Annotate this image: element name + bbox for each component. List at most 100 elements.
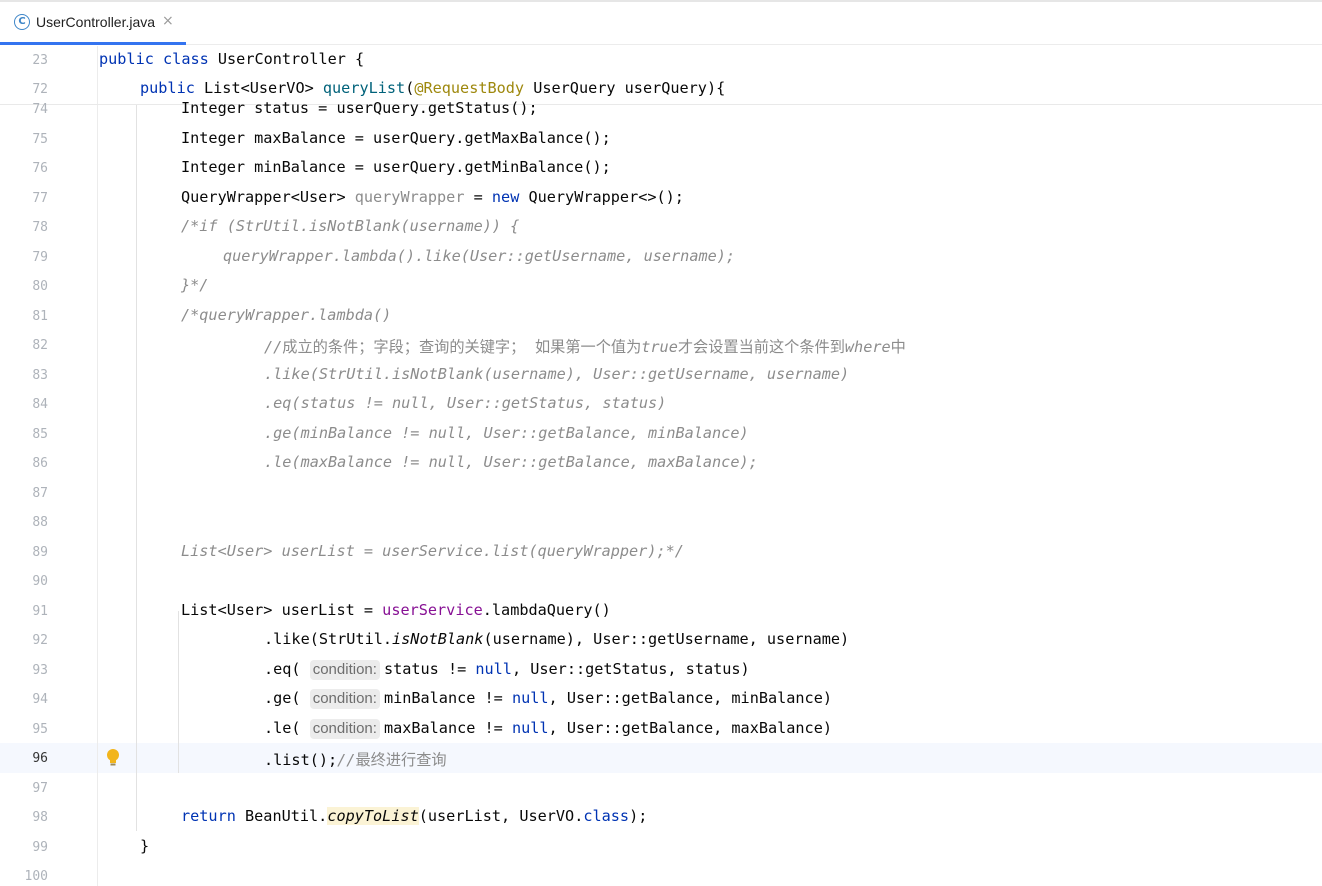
code-line[interactable]: 91 List<User> userList = userService.lamb… bbox=[0, 597, 1322, 626]
line-number: 75 bbox=[32, 132, 48, 147]
code-token: .ge( bbox=[264, 689, 310, 707]
code-token: .eq( bbox=[264, 660, 310, 678]
code-line[interactable]: 74 Integer status = userQuery.getStatus()… bbox=[0, 95, 1322, 124]
code-token: class bbox=[163, 50, 209, 68]
code-token: // bbox=[337, 751, 356, 769]
lightbulb-icon[interactable] bbox=[106, 748, 120, 768]
line-number: 84 bbox=[32, 397, 48, 412]
code-line[interactable]: 95 .le( condition: maxBalance != null, Use… bbox=[0, 715, 1322, 744]
code-token: (userList, UserVO. bbox=[418, 807, 584, 825]
code-text: } bbox=[140, 837, 149, 855]
code-text: Integer minBalance = userQuery.getMinBal… bbox=[181, 158, 611, 176]
code-line[interactable]: 93 .eq( condition: status != null, User::g… bbox=[0, 656, 1322, 685]
close-icon[interactable]: × bbox=[162, 13, 174, 29]
code-token: 才会设置当前这个条件到 bbox=[677, 338, 845, 356]
code-line[interactable]: 79 queryWrapper.lambda().like(User::getUs… bbox=[0, 243, 1322, 272]
code-line[interactable]: 88 bbox=[0, 508, 1322, 537]
code-line[interactable]: 87 bbox=[0, 479, 1322, 508]
code-token: userService bbox=[382, 601, 483, 619]
line-number: 95 bbox=[32, 722, 48, 737]
code-line[interactable]: 80}*/ bbox=[0, 272, 1322, 301]
line-number: 93 bbox=[32, 663, 48, 678]
code-line[interactable]: 82 //成立的条件；字段；查询的关键字； 如果第一个值为true才会设置当前这个… bbox=[0, 331, 1322, 360]
code-token: queryWrapper.lambda().like(User::getUser… bbox=[223, 247, 736, 265]
code-token: return bbox=[181, 807, 236, 825]
code-line[interactable]: 78 /*if (StrUtil.isNotBlank(username)) { bbox=[0, 213, 1322, 242]
code-token: (username), User::getUsername, username) bbox=[483, 630, 850, 648]
code-token: true bbox=[641, 338, 678, 356]
code-line[interactable]: 98 return BeanUtil.copyToList(userList, U… bbox=[0, 803, 1322, 832]
code-token: .like(StrUtil.isNotBlank(username), User… bbox=[264, 365, 850, 383]
parameter-hint: condition: bbox=[309, 719, 380, 739]
code-token: .list(); bbox=[264, 751, 338, 769]
code-token: class bbox=[583, 807, 630, 825]
code-token: .ge(minBalance != null, User::getBalance… bbox=[264, 424, 749, 442]
code-line[interactable]: 75 Integer maxBalance = userQuery.getMaxB… bbox=[0, 125, 1322, 154]
code-token: status != bbox=[383, 660, 476, 678]
code-token: .like(StrUtil. bbox=[264, 630, 393, 648]
code-line[interactable]: 99} bbox=[0, 833, 1322, 862]
code-token: ); bbox=[629, 807, 648, 825]
code-token: } bbox=[140, 837, 150, 855]
line-number: 77 bbox=[32, 191, 48, 206]
code-line[interactable]: 77 QueryWrapper<User> queryWrapper = new … bbox=[0, 184, 1322, 213]
code-text: .ge( condition: minBalance != null, User:… bbox=[264, 689, 832, 709]
code-text: queryWrapper.lambda().like(User::getUser… bbox=[223, 247, 735, 265]
line-number: 86 bbox=[32, 456, 48, 471]
code-line[interactable]: 81 /*queryWrapper.lambda() bbox=[0, 302, 1322, 331]
code-token: where bbox=[844, 338, 891, 356]
code-line[interactable]: 83 .like(StrUtil.isNotBlank(username), Us… bbox=[0, 361, 1322, 390]
line-number: 78 bbox=[32, 220, 48, 235]
code-token: null bbox=[511, 689, 549, 707]
code-token: new bbox=[491, 188, 520, 206]
line-number: 85 bbox=[32, 427, 48, 442]
code-text: //成立的条件；字段；查询的关键字； 如果第一个值为true才会设置当前这个条件… bbox=[264, 335, 906, 357]
code-token: null bbox=[475, 660, 512, 678]
code-token: maxBalance != bbox=[383, 719, 512, 737]
line-number: 98 bbox=[32, 810, 48, 825]
code-line[interactable]: 100 bbox=[0, 862, 1322, 886]
code-line[interactable]: 96 .list();//最终进行查询 bbox=[0, 744, 1322, 773]
code-token: , User::getStatus, status) bbox=[511, 660, 750, 678]
code-token: Integer status = userQuery.getStatus(); bbox=[181, 99, 538, 117]
code-token: List<User> userList = userService.list(q… bbox=[181, 542, 684, 560]
line-number: 91 bbox=[32, 604, 48, 619]
code-text: .eq(status != null, User::getStatus, sta… bbox=[264, 394, 666, 412]
code-text: Integer maxBalance = userQuery.getMaxBal… bbox=[181, 129, 611, 147]
code-text: QueryWrapper<User> queryWrapper = new Qu… bbox=[181, 188, 684, 206]
code-line[interactable]: 92 .like(StrUtil.isNotBlank(username), Us… bbox=[0, 626, 1322, 655]
code-token: , User::getBalance, maxBalance) bbox=[548, 719, 832, 737]
code-line[interactable]: 94 .ge( condition: minBalance != null, Use… bbox=[0, 685, 1322, 714]
code-token: 成立的条件；字段；查询的关键字； 如果第一个值为 bbox=[282, 338, 642, 356]
code-token: public bbox=[99, 50, 154, 68]
line-number: 81 bbox=[32, 309, 48, 324]
code-text: public class UserController { bbox=[99, 50, 364, 68]
code-text: .ge(minBalance != null, User::getBalance… bbox=[264, 424, 749, 442]
code-text: Integer status = userQuery.getStatus(); bbox=[181, 99, 538, 117]
line-number: 83 bbox=[32, 368, 48, 383]
tab-usercontroller-java[interactable]: C UserController.java × bbox=[0, 2, 186, 45]
editor-tab-bar: C UserController.java × bbox=[0, 2, 1322, 45]
class-c-icon: C bbox=[14, 14, 30, 30]
code-token: Integer minBalance = userQuery.getMinBal… bbox=[181, 158, 611, 176]
line-number: 74 bbox=[32, 102, 48, 117]
code-line[interactable]: 86 .le(maxBalance != null, User::getBalan… bbox=[0, 449, 1322, 478]
code-token: .le(maxBalance != null, User::getBalance… bbox=[264, 453, 758, 471]
code-editor[interactable]: 23 public class UserController {72 public … bbox=[0, 46, 1322, 886]
code-line[interactable]: 76 Integer minBalance = userQuery.getMinB… bbox=[0, 154, 1322, 183]
code-token: Integer maxBalance = userQuery.getMaxBal… bbox=[181, 129, 611, 147]
code-line[interactable]: 23 public class UserController { bbox=[0, 46, 1322, 75]
code-text: return BeanUtil.copyToList(userList, Use… bbox=[181, 807, 647, 825]
code-line[interactable]: 97 bbox=[0, 774, 1322, 803]
code-line[interactable]: 89 List<User> userList = userService.list… bbox=[0, 538, 1322, 567]
code-token: BeanUtil. bbox=[235, 807, 328, 825]
code-line[interactable]: 84 .eq(status != null, User::getStatus, s… bbox=[0, 390, 1322, 419]
code-line[interactable]: 90 bbox=[0, 567, 1322, 596]
line-number: 23 bbox=[32, 53, 48, 68]
code-token: UserController { bbox=[208, 50, 365, 68]
code-line[interactable]: 85 .ge(minBalance != null, User::getBalan… bbox=[0, 420, 1322, 449]
code-token: List<User> userList = bbox=[181, 601, 383, 619]
code-token: // bbox=[264, 338, 283, 356]
line-number: 94 bbox=[32, 692, 48, 707]
